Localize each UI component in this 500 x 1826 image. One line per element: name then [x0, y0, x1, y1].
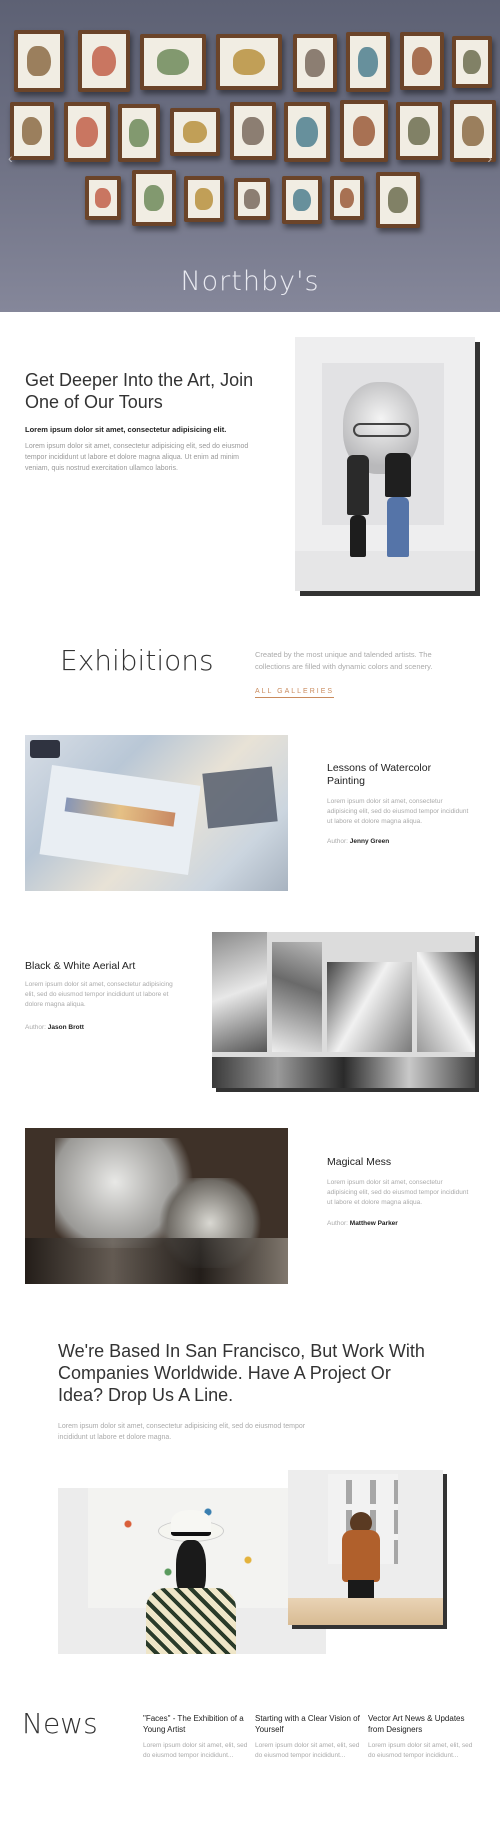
contact-body: Lorem ipsum dolor sit amet, consectetur … — [58, 1423, 306, 1441]
magical-mess-image[interactable] — [25, 1128, 288, 1284]
bird-illustration — [244, 189, 260, 209]
news-item-title[interactable]: Vector Art News & Updates from Designers — [368, 1713, 476, 1735]
bird-print-frame — [170, 108, 220, 156]
bird-print-frame — [118, 104, 160, 162]
news-item-excerpt: Lorem ipsum dolor sit amet, elit, sed do… — [255, 1742, 360, 1759]
bird-illustration — [143, 184, 165, 212]
hero-title: Northby's — [180, 266, 320, 297]
exhibition-author: Author: Jason Brott — [25, 1024, 84, 1031]
bird-print-frame — [230, 102, 276, 160]
bird-illustration — [156, 48, 190, 76]
bird-print-frame — [14, 30, 64, 92]
bird-illustration — [339, 187, 355, 209]
hero-banner: ‹ › Northby's — [0, 0, 500, 312]
tours-photo — [295, 337, 475, 591]
bird-illustration — [242, 117, 264, 145]
exhibition-text: Lorem ipsum dolor sit amet, consectetur … — [327, 798, 469, 825]
bird-print-frame — [234, 178, 270, 220]
bird-print-frame — [376, 172, 420, 228]
news-item[interactable]: Vector Art News & Updates from Designers… — [368, 1713, 476, 1761]
bird-illustration — [27, 45, 51, 77]
bird-illustration — [129, 119, 149, 147]
bird-print-frame — [140, 34, 206, 90]
bird-illustration — [95, 187, 111, 209]
exhibition-title[interactable]: Magical Mess — [327, 1156, 467, 1169]
news-item[interactable]: "Faces" - The Exhibition of a Young Arti… — [143, 1713, 251, 1761]
exhibition-author: Author: Jenny Green — [327, 838, 390, 845]
all-galleries-link[interactable]: ALL GALLERIES — [255, 688, 335, 698]
bird-illustration — [463, 49, 481, 75]
bird-illustration — [232, 48, 266, 76]
bird-print-frame — [396, 102, 442, 160]
exhibition-text: Lorem ipsum dolor sit amet, consectetur … — [327, 1179, 469, 1206]
bird-illustration — [183, 120, 207, 144]
bird-illustration — [195, 188, 213, 210]
bird-print-frame — [10, 102, 54, 160]
exhibitions-title: Exhibitions — [60, 644, 214, 677]
bird-illustration — [91, 45, 117, 77]
bird-print-frame — [184, 176, 224, 222]
bird-print-frame — [452, 36, 492, 88]
bird-print-frame — [330, 176, 364, 220]
gallery-visitor-photo-2 — [288, 1470, 443, 1625]
news-item[interactable]: Starting with a Clear Vision of Yourself… — [255, 1713, 363, 1761]
bird-illustration — [352, 115, 376, 147]
bird-print-frame — [64, 102, 110, 162]
tours-heading: Get Deeper Into the Art, Join One of Our… — [25, 370, 254, 412]
contact-heading: We're Based In San Francisco, But Work W… — [58, 1341, 425, 1405]
bird-print-frame — [340, 100, 388, 162]
news-item-title[interactable]: "Faces" - The Exhibition of a Young Arti… — [143, 1713, 251, 1735]
bird-illustration — [76, 117, 98, 147]
bird-print-frame — [293, 34, 337, 92]
bird-illustration — [408, 117, 430, 145]
aerial-art-image[interactable] — [212, 932, 475, 1088]
visitor-figure — [385, 453, 411, 497]
exhibition-title[interactable]: Black & White Aerial Art — [25, 960, 175, 973]
bird-illustration — [387, 186, 409, 214]
news-item-excerpt: Lorem ipsum dolor sit amet, elit, sed do… — [368, 1742, 473, 1759]
hero-prev-arrow-icon[interactable]: ‹ — [8, 150, 13, 166]
bird-illustration — [293, 188, 311, 212]
gallery-visitor-photo — [58, 1488, 326, 1654]
news-item-title[interactable]: Starting with a Clear Vision of Yourself — [255, 1713, 363, 1735]
tours-body: Lorem ipsum dolor sit amet, consectetur … — [25, 443, 249, 472]
bird-print-frame — [78, 30, 130, 92]
bird-print-frame — [284, 102, 330, 162]
exhibition-author: Author: Matthew Parker — [327, 1220, 398, 1227]
exhibitions-description: Created by the most unique and talended … — [255, 650, 433, 671]
bird-print-frame — [132, 170, 176, 226]
bird-print-frame — [85, 176, 121, 220]
exhibition-text: Lorem ipsum dolor sit amet, consectetur … — [25, 981, 173, 1008]
bird-illustration — [304, 49, 326, 77]
bird-illustration — [296, 117, 318, 147]
bird-illustration — [411, 47, 433, 75]
bird-print-frame — [346, 32, 390, 92]
bird-illustration — [462, 115, 484, 147]
bird-illustration — [21, 117, 43, 145]
bird-print-frame — [216, 34, 282, 90]
exhibition-title[interactable]: Lessons of Watercolor Painting — [327, 762, 467, 788]
news-title: News — [22, 1707, 98, 1740]
hero-next-arrow-icon[interactable]: › — [487, 150, 492, 166]
news-item-excerpt: Lorem ipsum dolor sit amet, elit, sed do… — [143, 1742, 248, 1759]
bird-print-frame — [400, 32, 444, 90]
tours-lead: Lorem ipsum dolor sit amet, consectetur … — [25, 425, 227, 434]
bird-illustration — [357, 47, 379, 77]
watercolor-painting-image[interactable] — [25, 735, 288, 891]
bird-print-frame — [282, 176, 322, 224]
visitor-figure — [347, 455, 369, 515]
